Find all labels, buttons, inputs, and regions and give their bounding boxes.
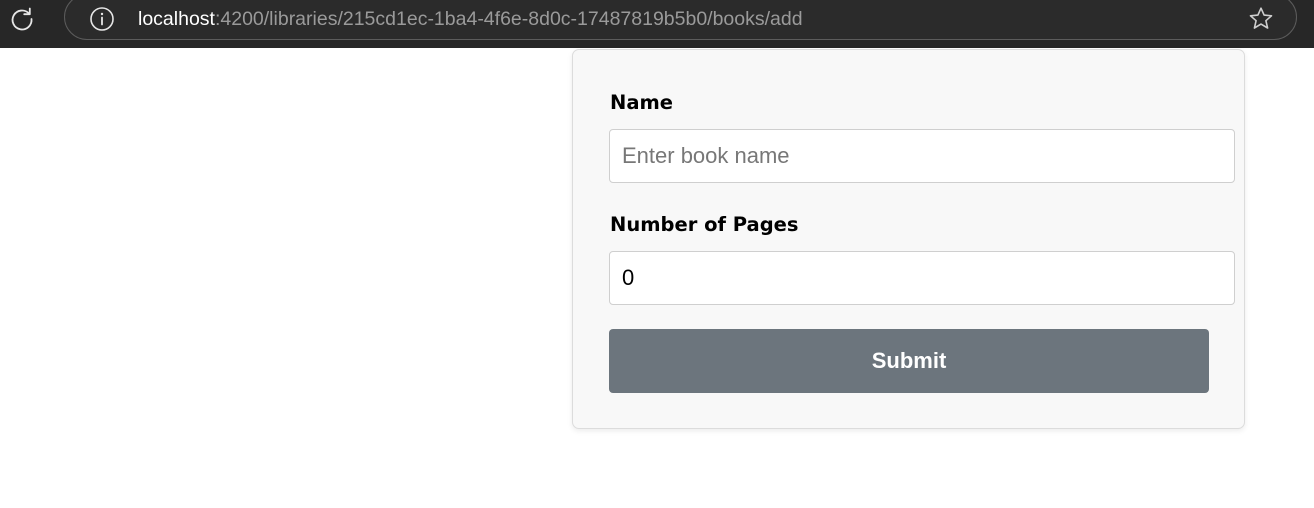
reload-icon (11, 7, 33, 31)
bookmark-button[interactable] (1246, 4, 1276, 34)
number-of-pages-input[interactable] (609, 251, 1235, 305)
submit-button[interactable]: Submit (609, 329, 1209, 393)
url-path: :4200/libraries/215cd1ec-1ba4-4f6e-8d0c-… (214, 8, 803, 30)
add-book-form: Name Number of Pages Submit (572, 49, 1245, 429)
site-info-icon (90, 7, 114, 31)
browser-toolbar: localhost:4200/libraries/215cd1ec-1ba4-4… (0, 0, 1314, 48)
name-label: Name (610, 91, 674, 114)
url-host: localhost (138, 8, 215, 30)
reload-button[interactable] (4, 2, 40, 36)
site-info-button[interactable] (88, 5, 116, 33)
url-text[interactable]: localhost:4200/libraries/215cd1ec-1ba4-4… (138, 7, 803, 31)
pages-label: Number of Pages (610, 213, 799, 236)
book-name-input[interactable] (609, 129, 1235, 183)
bookmark-star-icon (1249, 7, 1273, 29)
